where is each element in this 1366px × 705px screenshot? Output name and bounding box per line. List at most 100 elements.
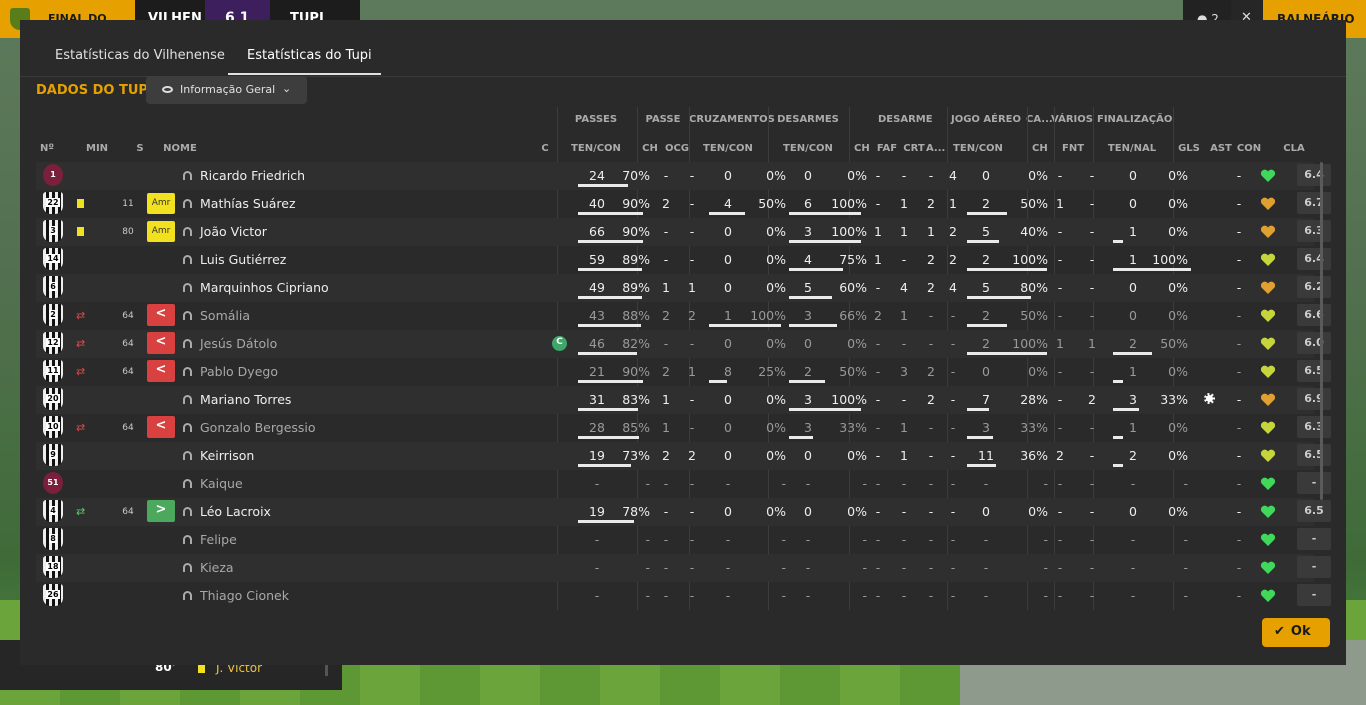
table-row[interactable]: 6 Marquinhos Cipriano 49 89% 1 1 0 0% 5 60% -4 2 4 5 8… xyxy=(36,274,1331,302)
stat-value: - xyxy=(1236,196,1242,211)
player-name[interactable]: Kaique xyxy=(200,476,243,491)
passes-bar xyxy=(578,296,642,299)
aerial-bar xyxy=(967,268,1047,271)
stat-value: 70% xyxy=(622,168,650,183)
shirt-number-text: 22 xyxy=(46,198,60,207)
stat-value: 2 xyxy=(662,308,670,323)
table-row[interactable]: 3 80 Amr João Victor 66 90% - -0 0% 3 100% 1 1 1 2 5 40%… xyxy=(36,218,1331,246)
stat-value: 100% xyxy=(1012,336,1048,351)
stat-value: 2 xyxy=(688,448,696,463)
minute: 80 xyxy=(122,227,134,237)
stat-value: 100% xyxy=(831,392,867,407)
stat-value: 1 xyxy=(688,364,696,379)
column-header: Nº xyxy=(40,143,55,154)
player-name[interactable]: Felipe xyxy=(200,532,237,547)
table-row[interactable]: 2 ⇄ 64 < Somália 43 88% 2 2 1 100% 3 66% 2 1- -2 50% - -0 0… xyxy=(36,302,1331,330)
player-name[interactable]: Gonzalo Bergessio xyxy=(200,420,316,435)
table-row[interactable]: 18 Kieza - - - - - - - - - - - - - - - - - - - - xyxy=(36,554,1331,582)
stat-value: - xyxy=(928,168,934,183)
stat-value: - xyxy=(1057,224,1063,239)
column-header: TEN/NAL xyxy=(1107,143,1157,154)
stat-value: 0% xyxy=(847,336,867,351)
stat-value: 1 xyxy=(927,224,935,239)
stat-value: - xyxy=(1057,168,1063,183)
table-row[interactable]: 14 Luis Gutiérrez 59 89% - -0 0% 4 75% 1-2 2 2 100% -… xyxy=(36,246,1331,274)
stat-value: - xyxy=(663,560,669,575)
player-name[interactable]: Jesús Dátolo xyxy=(200,336,277,351)
stat-value: 1 xyxy=(874,224,882,239)
player-name[interactable]: Mariano Torres xyxy=(200,392,291,407)
player-name[interactable]: João Victor xyxy=(200,224,267,239)
stat-value: - xyxy=(663,252,669,267)
column-header: A... xyxy=(926,143,946,154)
sub-out-icon: < xyxy=(147,332,175,354)
stat-value: 2 xyxy=(982,308,990,323)
player-name[interactable]: Keirrison xyxy=(200,448,254,463)
player-name[interactable]: Ricardo Friedrich xyxy=(200,168,305,183)
shirt-number-text: 51 xyxy=(47,478,59,487)
player-name[interactable]: Pablo Dyego xyxy=(200,364,278,379)
stat-value: 31 xyxy=(589,392,605,407)
stat-value: - xyxy=(862,476,867,491)
stat-value: 0 xyxy=(724,392,732,407)
player-name[interactable]: Luis Gutiérrez xyxy=(200,252,286,267)
table-row[interactable]: 4 ⇄ 64 > Léo Lacroix 19 78% - -0 0% 0 0% - - - -0 0% - -0 0… xyxy=(36,498,1331,526)
stat-value: - xyxy=(928,420,934,435)
table-row[interactable]: 20 Mariano Torres 31 83% 1-0 0% 3 100% - -2-7 28% -… xyxy=(36,386,1331,414)
rating-badge: 6.7 xyxy=(1297,192,1331,214)
stat-value: - xyxy=(689,252,695,267)
tab-vilhenense[interactable]: Estatísticas do Vilhenense xyxy=(55,48,225,63)
stat-value: - xyxy=(862,532,867,547)
yellow-card-icon xyxy=(77,199,84,208)
condition-heart-icon xyxy=(1260,392,1276,406)
table-row[interactable]: 11 ⇄ 64 < Pablo Dyego 21 90% 2 1 8 25% 2 50% -3 2-0 0% -… xyxy=(36,358,1331,386)
shirt-number: 11 xyxy=(43,360,63,382)
stat-value: 66 xyxy=(589,224,605,239)
chevron-down-icon: ⌄ xyxy=(282,82,292,95)
stat-value: - xyxy=(663,336,669,351)
table-scrollbar[interactable] xyxy=(1320,162,1323,500)
stat-value: - xyxy=(645,560,650,575)
table-row[interactable]: 26 Thiago Cionek - - - - - - - - - - - - - - - - - - - - xyxy=(36,582,1331,610)
column-header: TEN/CON xyxy=(953,143,1003,154)
table-row[interactable]: 9 Keirrison 19 73% 2 2 0 0% 0 0% -1- -11 36% 2-2 0% -6.… xyxy=(36,442,1331,470)
player-name[interactable]: Mathías Suárez xyxy=(200,196,296,211)
ok-button[interactable]: ✔ Ok xyxy=(1262,618,1330,647)
stat-value: 75% xyxy=(839,252,867,267)
stat-value: 0 xyxy=(1129,280,1137,295)
minute: 64 xyxy=(122,311,134,321)
stat-value: 50% xyxy=(1020,196,1048,211)
player-icon xyxy=(183,171,192,180)
stat-value: - xyxy=(645,532,650,547)
stat-value: 0 xyxy=(724,224,732,239)
stat-value: - xyxy=(663,504,669,519)
table-row[interactable]: 8 Felipe - - - - - - - - - - - - - - - - - - - - xyxy=(36,526,1331,554)
shirt-number: 12 xyxy=(43,332,63,354)
player-name[interactable]: Kieza xyxy=(200,560,234,575)
player-name[interactable]: Somália xyxy=(200,308,250,323)
rating-badge: 6.9 xyxy=(1297,388,1331,410)
player-name[interactable]: Marquinhos Cipriano xyxy=(200,280,329,295)
table-row[interactable]: 1 Ricardo Friedrich 24 70% - -0 0% 0 0% - - -4 0 0% - -… xyxy=(36,162,1331,190)
table-row[interactable]: 10 ⇄ 64 < Gonzalo Bergessio 28 85% 1-0 0% 3 33% -1-… xyxy=(36,414,1331,442)
stat-value: - xyxy=(725,476,731,491)
table-row[interactable]: 12 ⇄ 64 < Jesús Dátolo C 46 82% - -0 0% 0 0% - - - -2 100… xyxy=(36,330,1331,358)
table-row[interactable]: 22 11 Amr Mathías Suárez 40 90% 2-4 50% 6 100% -1 2… xyxy=(36,190,1331,218)
stat-value: - xyxy=(1236,392,1242,407)
stat-value: - xyxy=(928,588,934,603)
tab-tupi[interactable]: Estatísticas do Tupi xyxy=(247,48,372,63)
view-dropdown[interactable]: Informação Geral ⌄ xyxy=(146,76,307,104)
stat-value: 89% xyxy=(622,280,650,295)
stat-value: - xyxy=(875,532,881,547)
player-name[interactable]: Thiago Cionek xyxy=(200,588,289,603)
stat-value: - xyxy=(1130,560,1136,575)
stat-value: 100% xyxy=(831,224,867,239)
condition-heart-icon xyxy=(1260,168,1276,182)
table-row[interactable]: 51 Kaique - - - - - - - - - - - - - - - - - - - - xyxy=(36,470,1331,498)
player-name[interactable]: Léo Lacroix xyxy=(200,504,271,519)
stat-value: 0 xyxy=(804,448,812,463)
stat-value: 11 xyxy=(978,448,994,463)
stat-value: - xyxy=(781,532,786,547)
stat-value: - xyxy=(689,392,695,407)
stat-value: 66% xyxy=(839,308,867,323)
